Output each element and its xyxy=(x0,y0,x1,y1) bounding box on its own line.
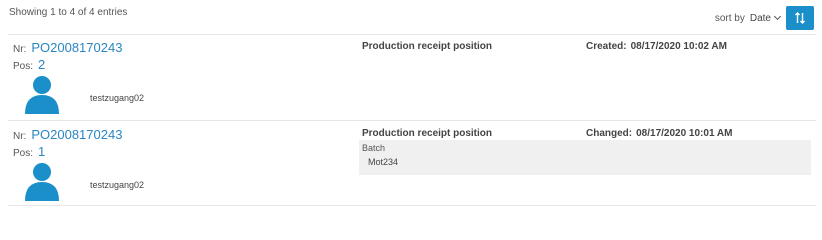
entry-type: Production receipt position xyxy=(362,41,493,52)
user-avatar-icon xyxy=(25,76,59,114)
chevron-down-icon xyxy=(773,12,782,21)
nr-label: Nr: xyxy=(13,44,27,55)
position-value: 1 xyxy=(38,144,46,159)
divider xyxy=(8,120,816,121)
user-avatar-icon xyxy=(25,163,59,201)
sort-select-value: Date xyxy=(749,12,771,24)
timestamp-date: 08/17/2020 10:02 AM xyxy=(630,41,727,52)
timestamp: Changed: 08/17/2020 10:01 AM xyxy=(586,128,732,139)
divider xyxy=(8,205,816,206)
list-item: Nr: PO2008170243 Pos: 1 testzugang02 Pro… xyxy=(0,127,822,203)
nr-label: Nr: xyxy=(13,131,27,142)
sort-by-label: sort by xyxy=(714,12,745,24)
pos-label: Pos: xyxy=(13,148,34,159)
list-toolbar: Showing 1 to 4 of 4 entries sort by Date xyxy=(0,0,822,34)
sort-order-button[interactable] xyxy=(786,6,814,30)
entry-position-row: Pos: 1 xyxy=(13,144,45,159)
timestamp-label: Changed: xyxy=(586,128,633,139)
entry-type: Production receipt position xyxy=(362,128,493,139)
position-value: 2 xyxy=(38,57,46,72)
entry-number-row: Nr: PO2008170243 xyxy=(13,40,122,55)
pos-label: Pos: xyxy=(13,61,34,72)
timestamp: Created: 08/17/2020 10:02 AM xyxy=(586,41,727,52)
entry-number-row: Nr: PO2008170243 xyxy=(13,127,122,142)
divider xyxy=(8,34,816,35)
order-number-link[interactable]: PO2008170243 xyxy=(31,127,122,142)
batch-value: Mot234 xyxy=(368,157,399,167)
timestamp-date: 08/17/2020 10:01 AM xyxy=(636,128,733,139)
username: testzugang02 xyxy=(90,180,145,190)
list-item: Nr: PO2008170243 Pos: 2 testzugang02 Pro… xyxy=(0,40,822,118)
timestamp-label: Created: xyxy=(586,41,627,52)
sort-order-icon xyxy=(795,12,805,24)
sort-select[interactable]: Date xyxy=(749,12,782,24)
batch-box: Batch Mot234 xyxy=(359,140,811,175)
username: testzugang02 xyxy=(90,93,145,103)
order-number-link[interactable]: PO2008170243 xyxy=(31,40,122,55)
sort-controls: sort by Date xyxy=(715,6,814,30)
entry-position-row: Pos: 2 xyxy=(13,57,45,72)
batch-label: Batch xyxy=(362,143,386,153)
entries-count-text: Showing 1 to 4 of 4 entries xyxy=(9,7,128,18)
